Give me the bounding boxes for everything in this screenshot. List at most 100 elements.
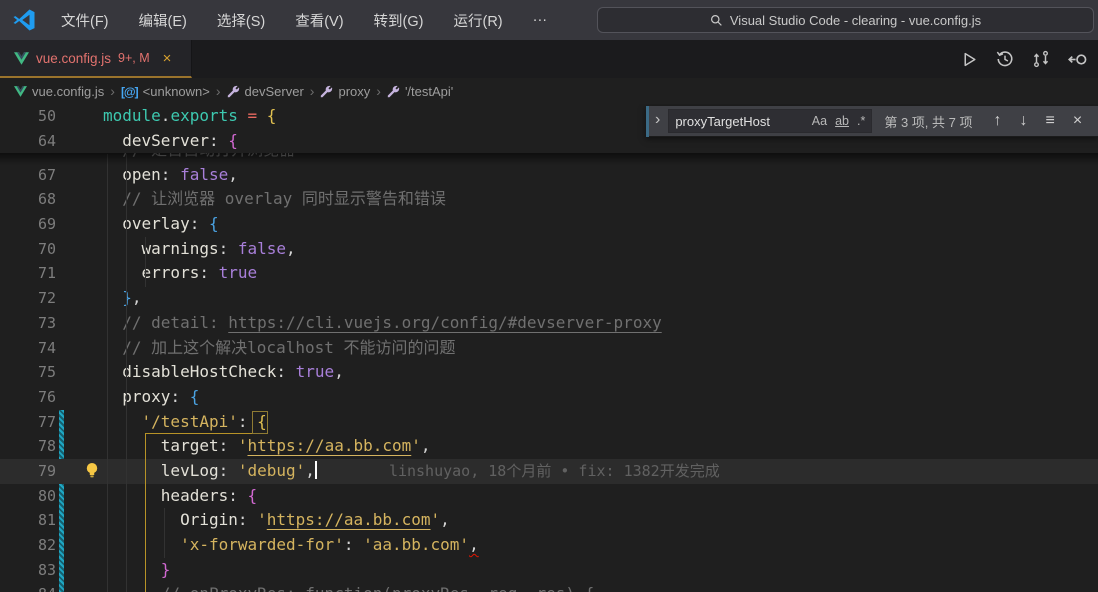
symbol-property-wrench-icon [320, 85, 333, 98]
find-match-count: 第 3 项, 共 7 项 [884, 114, 973, 130]
symbol-property-wrench-icon [227, 85, 240, 98]
line-number: 72 [37, 289, 56, 308]
indent-guide [126, 154, 127, 592]
vscode-logo-icon [13, 9, 35, 31]
tab-decorations: 9+, M [118, 51, 150, 65]
code-text: '/testApi': { [141, 411, 267, 431]
indent-guide [107, 154, 108, 592]
code-text: // 加上这个解决localhost 不能访问的问题 [122, 337, 456, 357]
breadcrumb-separator: › [110, 83, 115, 99]
code-line[interactable]: 73 // detail: https://cli.vuejs.org/conf… [0, 311, 1098, 336]
code-line[interactable]: 75 disableHostCheck: true, [0, 360, 1098, 385]
find-previous-button[interactable]: ↑ [984, 112, 1010, 130]
indent-guide [164, 508, 165, 558]
sticky-scroll-shadow [0, 153, 1098, 166]
tab-close-button[interactable]: × [163, 50, 172, 67]
code-line[interactable]: 78 target: 'https://aa.bb.com', [0, 434, 1098, 459]
code-line[interactable]: 76 proxy: { [0, 385, 1098, 410]
find-in-selection-button[interactable]: ≡ [1036, 112, 1063, 130]
line-number: 76 [37, 387, 56, 406]
line-number: 75 [37, 363, 56, 382]
timeline-history-icon[interactable] [992, 46, 1018, 72]
code-line[interactable]: 68 // 让浏览器 overlay 同时显示警告和错误 [0, 187, 1098, 212]
code-line[interactable]: 71 errors: true [0, 261, 1098, 286]
line-number: 81 [37, 511, 56, 530]
toggle-replace-chevron-icon[interactable]: › [649, 111, 668, 131]
code-line[interactable]: 84 // onProxyRes: function(proxyRes, req… [0, 582, 1098, 592]
code-text: proxy: { [122, 386, 200, 406]
code-text: module.exports = { [103, 106, 277, 125]
find-close-button[interactable]: × [1064, 112, 1091, 130]
code-editor[interactable]: // 是否自动打开浏览器67 open: false,68 // 让浏览器 ov… [0, 104, 1098, 592]
compare-changes-icon[interactable] [1028, 46, 1054, 72]
breadcrumb-item[interactable]: devServer [227, 84, 304, 99]
line-number: 69 [37, 215, 56, 234]
breadcrumb-item[interactable]: vue.config.js [14, 84, 104, 99]
code-text: disableHostCheck: true, [122, 362, 344, 382]
line-number: 78 [37, 437, 56, 456]
line-number: 80 [37, 486, 56, 505]
code-line[interactable]: 69 overlay: { [0, 212, 1098, 237]
code-line[interactable]: 77 '/testApi': { [0, 410, 1098, 435]
git-modified-gutter-indicator [59, 484, 64, 592]
menu-item[interactable]: 编辑(E) [126, 5, 200, 36]
menu-item[interactable]: 选择(S) [204, 5, 278, 36]
code-text: errors: true [141, 263, 258, 283]
line-number: 77 [37, 412, 56, 431]
bracket-match-highlight [252, 411, 268, 434]
line-number: 79 [37, 461, 56, 480]
lightbulb-quickfix-icon[interactable] [84, 462, 100, 479]
menu-item[interactable]: 查看(V) [282, 5, 356, 36]
open-changes-icon[interactable] [1064, 46, 1090, 72]
code-text: target: 'https://aa.bb.com', [160, 436, 431, 456]
vscode-window: 文件(F)编辑(E)选择(S)查看(V)转到(G)运行(R)··· ← → Vi… [0, 0, 1098, 592]
line-number: 50 [37, 107, 56, 125]
code-text: 'x-forwarded-for': 'aa.bb.com', [180, 535, 479, 554]
line-number: 64 [37, 131, 56, 150]
code-line[interactable]: 70 warnings: false, [0, 237, 1098, 262]
menu-item[interactable]: 转到(G) [361, 5, 437, 36]
menu-bar: 文件(F) 编辑(E) 选择(S) 查看(V) 转到(G) 运行(R) ··· [48, 5, 560, 36]
line-number: 71 [37, 264, 56, 283]
code-text: overlay: { [122, 214, 219, 234]
inline-git-blame: linshuyao, 18个月前 • fix: 1382开发完成 [388, 461, 720, 480]
command-center-search[interactable]: Visual Studio Code - clearing - vue.conf… [597, 7, 1094, 33]
code-line[interactable]: 67 open: false, [0, 163, 1098, 188]
menu-item[interactable]: ··· [520, 7, 561, 33]
breadcrumb-item[interactable]: [@] <unknown> [121, 84, 210, 99]
menu-item[interactable]: 运行(R) [440, 5, 515, 36]
regex-toggle[interactable]: .* [857, 114, 865, 128]
find-next-button[interactable]: ↓ [1010, 112, 1036, 130]
title-bar: 文件(F)编辑(E)选择(S)查看(V)转到(G)运行(R)··· ← → Vi… [0, 0, 1098, 40]
symbol-module-icon: [@] [120, 84, 139, 99]
code-line[interactable]: 83 } [0, 558, 1098, 583]
git-modified-gutter-indicator [59, 410, 64, 459]
breadcrumb-item[interactable]: proxy [320, 84, 370, 99]
match-case-toggle[interactable]: Aa [812, 114, 827, 128]
vue-file-icon [14, 85, 27, 97]
breadcrumb-item[interactable]: '/testApi' [387, 84, 453, 99]
tab-vue-config[interactable]: vue.config.js 9+, M × [0, 40, 192, 78]
breadcrumb: vue.config.js › [@] <unknown> › devServer › pro… [0, 78, 1098, 104]
breadcrumb-separator: › [309, 83, 315, 99]
whole-word-toggle[interactable]: ab [835, 114, 849, 128]
code-text: levLog: 'debug', linshuyao, 18个月前 • fix: … [160, 460, 720, 480]
active-bracket-guide [145, 433, 146, 592]
line-number: 68 [37, 190, 56, 209]
code-line[interactable]: 79 levLog: 'debug', linshuyao, 18个月前 • fi… [0, 458, 1098, 484]
code-line[interactable]: 80 headers: { [0, 484, 1098, 509]
vue-file-icon [14, 51, 29, 65]
find-input[interactable]: proxyTargetHost Aa ab .* [668, 109, 873, 133]
menu-item[interactable]: 文件(F) [48, 5, 122, 36]
line-number: 67 [37, 165, 56, 184]
editor-action-bar [956, 40, 1090, 78]
run-icon[interactable] [956, 46, 982, 72]
breadcrumb-separator: › [215, 83, 221, 99]
code-text: } [160, 559, 171, 579]
indent-guide [145, 237, 146, 287]
code-line[interactable]: 74 // 加上这个解决localhost 不能访问的问题 [0, 336, 1098, 361]
line-number: 74 [37, 338, 56, 357]
find-query-text: proxyTargetHost [675, 113, 770, 129]
code-line[interactable]: 72 }, [0, 286, 1098, 311]
symbol-property-wrench-icon [387, 85, 400, 98]
